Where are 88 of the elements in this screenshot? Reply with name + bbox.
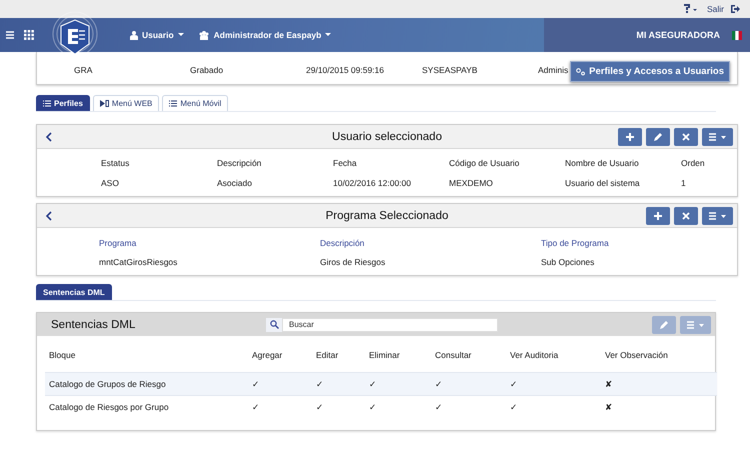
field-label: Descripción [217, 158, 262, 168]
table-cell: ✓ [365, 372, 431, 396]
tab[interactable]: Perfiles [36, 95, 90, 111]
back-icon[interactable] [45, 210, 52, 220]
field-label: Nombre de Usuario [565, 158, 640, 168]
field-value: 1 [681, 178, 687, 188]
tooltip-text: Perfiles y Accesos a Usuarios [589, 66, 724, 77]
table-cell: ✓ [365, 396, 431, 418]
user-icon [130, 30, 138, 40]
field-value: Sub Opciones [541, 257, 596, 267]
grid-icon[interactable] [24, 30, 34, 40]
record-value: SYSEASPAYB [422, 65, 478, 75]
table-cell: ✘ [601, 372, 717, 396]
field-label: Fecha [333, 158, 358, 168]
group-icon [198, 30, 210, 40]
caret-icon [325, 33, 332, 37]
logout-link[interactable]: Salir [706, 4, 724, 14]
pencil-icon [653, 132, 663, 142]
table-cell: ✓ [431, 372, 506, 396]
logout-icon[interactable] [730, 4, 740, 14]
plus-icon [625, 132, 635, 142]
admin-menu-label: Administrador de Easpayb [214, 30, 322, 40]
menu-icon [709, 212, 726, 220]
menu-icon[interactable] [6, 31, 14, 39]
back-icon[interactable] [45, 132, 52, 142]
table-cell: Catalogo de Riesgos por Grupo [45, 396, 248, 418]
search-icon [270, 320, 278, 329]
field-value: ASO [101, 178, 120, 188]
field-label: Orden [681, 158, 706, 168]
edit-button[interactable] [646, 128, 670, 146]
field-value: mntCatGirosRiesgos [99, 257, 178, 267]
close-icon [682, 212, 690, 220]
table-cell: ✘ [601, 396, 717, 418]
table-cell: ✓ [431, 396, 506, 418]
menu-icon [687, 320, 704, 328]
panel-title: Programa Seleccionado [326, 210, 448, 222]
play-icon [100, 100, 109, 107]
record-value: GRA [74, 65, 94, 75]
tab-label: Menú WEB [112, 99, 152, 108]
flag-icon [732, 30, 742, 40]
table-cell: ✓ [506, 396, 601, 418]
user-menu-label: Usuario [142, 30, 174, 40]
delete-button[interactable] [674, 206, 698, 224]
field-value: Usuario del sistema [565, 178, 641, 188]
delete-button[interactable] [674, 128, 698, 146]
close-icon [682, 132, 690, 140]
tab[interactable]: Sentencias DML [36, 284, 112, 300]
table-cell: ✓ [312, 396, 365, 418]
field-label: Código de Usuario [449, 158, 520, 168]
field-value: 10/02/2016 12:00:00 [333, 178, 412, 188]
pencil-icon [659, 320, 669, 330]
menu-button[interactable] [702, 128, 733, 146]
table-cell: ✓ [506, 372, 601, 396]
table-cell: ✓ [312, 372, 365, 396]
menu-button[interactable] [702, 206, 733, 224]
add-button[interactable] [618, 128, 642, 146]
tab-label: Perfiles [54, 99, 83, 108]
user-menu[interactable]: Usuario [130, 30, 184, 40]
tab[interactable]: Menú WEB [92, 95, 160, 111]
table-cell: Catalogo de Grupos de Riesgo [45, 372, 248, 396]
field-value: Asociado [217, 178, 253, 188]
list-icon [43, 100, 51, 107]
search-field[interactable]: Buscar [282, 318, 498, 332]
field-label: Programa [99, 238, 138, 248]
plus-icon [653, 210, 663, 220]
record-value: Grabado [190, 65, 224, 75]
company-name: MI ASEGURADORA [636, 30, 720, 40]
field-label: Estatus [101, 158, 130, 168]
panel-title: Sentencias DML [51, 318, 136, 330]
field-value: Giros de Riesgos [320, 257, 386, 267]
record-value: Adminis [538, 65, 568, 75]
table-cell: ✓ [248, 372, 312, 396]
record-value: 29/10/2015 09:59:16 [306, 65, 385, 75]
field-value: MEXDEMO [449, 178, 494, 188]
keys-icon [576, 68, 586, 76]
admin-menu[interactable]: Administrador de Easpayb [198, 30, 332, 40]
list-icon [169, 100, 178, 107]
help-icon[interactable] [682, 4, 697, 14]
caret-icon [178, 33, 184, 37]
panel-title: Usuario seleccionado [332, 130, 442, 142]
tab-label: Menú Móvil [180, 99, 222, 108]
menu-icon [709, 132, 726, 140]
tab-label: Sentencias DML [43, 288, 105, 297]
add-button[interactable] [646, 206, 670, 224]
table-cell: ✓ [248, 396, 312, 418]
field-label: Descripción [320, 238, 366, 248]
tab[interactable]: Menú Móvil [162, 95, 228, 111]
field-label: Tipo de Programa [541, 238, 610, 248]
